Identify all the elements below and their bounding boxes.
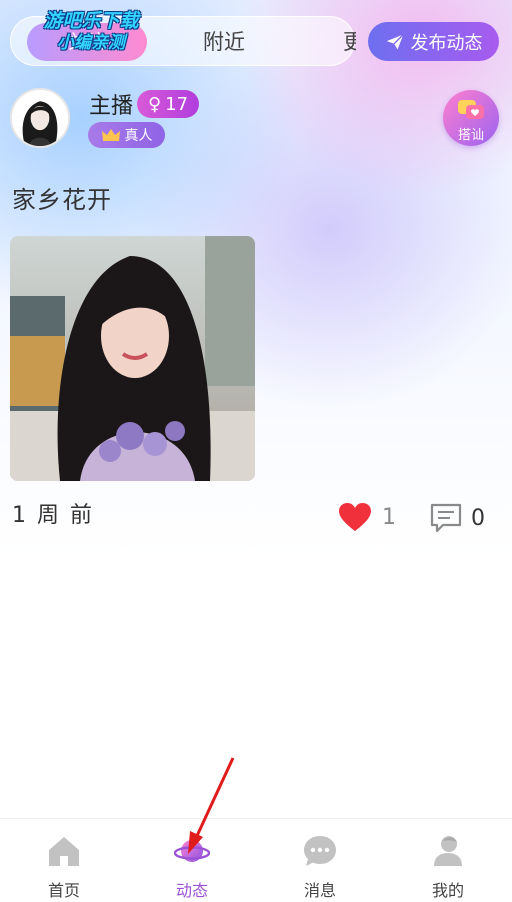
- send-icon: [386, 33, 404, 49]
- comment-button[interactable]: 0: [429, 502, 485, 534]
- publish-post-button[interactable]: 发布动态: [368, 22, 499, 61]
- planet-icon: [174, 840, 210, 862]
- bottom-navigation: 首页 动态 消息 我的: [0, 818, 512, 902]
- nav-moments-label: 动态: [175, 881, 208, 900]
- post-username[interactable]: 主播: [89, 88, 133, 120]
- chat-button-label: 搭讪: [457, 128, 484, 143]
- nav-profile[interactable]: 我的: [384, 819, 512, 902]
- publish-button-label: 发布动态: [410, 32, 483, 54]
- nav-messages[interactable]: 消息: [256, 819, 384, 902]
- heart-chat-icon: [458, 100, 484, 119]
- verified-label: 真人: [124, 128, 153, 144]
- tab-more[interactable]: 更: [343, 17, 356, 67]
- nav-messages-label: 消息: [303, 881, 336, 900]
- tab-nearby[interactable]: 附近: [203, 17, 245, 67]
- heart-icon: [339, 503, 371, 531]
- comment-count: 0: [471, 505, 485, 531]
- age-value: 17: [165, 93, 189, 115]
- nav-moments[interactable]: 动态: [128, 819, 256, 902]
- comment-icon: [430, 503, 462, 533]
- avatar[interactable]: [10, 88, 70, 148]
- crown-icon: [101, 129, 120, 141]
- verified-badge: 真人: [88, 122, 165, 148]
- post-time: 1 周 前: [12, 503, 94, 528]
- watermark-line2: 小编亲测: [57, 33, 125, 53]
- nav-home[interactable]: 首页: [0, 819, 128, 902]
- nav-profile-label: 我的: [431, 881, 464, 900]
- nav-home-label: 首页: [47, 881, 80, 900]
- site-watermark: 游吧乐下载 小编亲测: [26, 10, 156, 54]
- post-photo[interactable]: [10, 236, 255, 481]
- watermark-line1: 游吧乐下载: [43, 10, 139, 32]
- female-icon: ♀: [147, 93, 162, 115]
- gender-age-badge: ♀ 17: [137, 90, 199, 118]
- message-icon: [304, 836, 336, 866]
- greet-chat-button[interactable]: 搭讪: [443, 90, 499, 146]
- like-button[interactable]: 1: [338, 502, 396, 532]
- post-text: 家乡花开: [12, 186, 112, 214]
- home-icon: [49, 837, 79, 866]
- like-count: 1: [382, 504, 396, 530]
- profile-icon: [434, 836, 462, 866]
